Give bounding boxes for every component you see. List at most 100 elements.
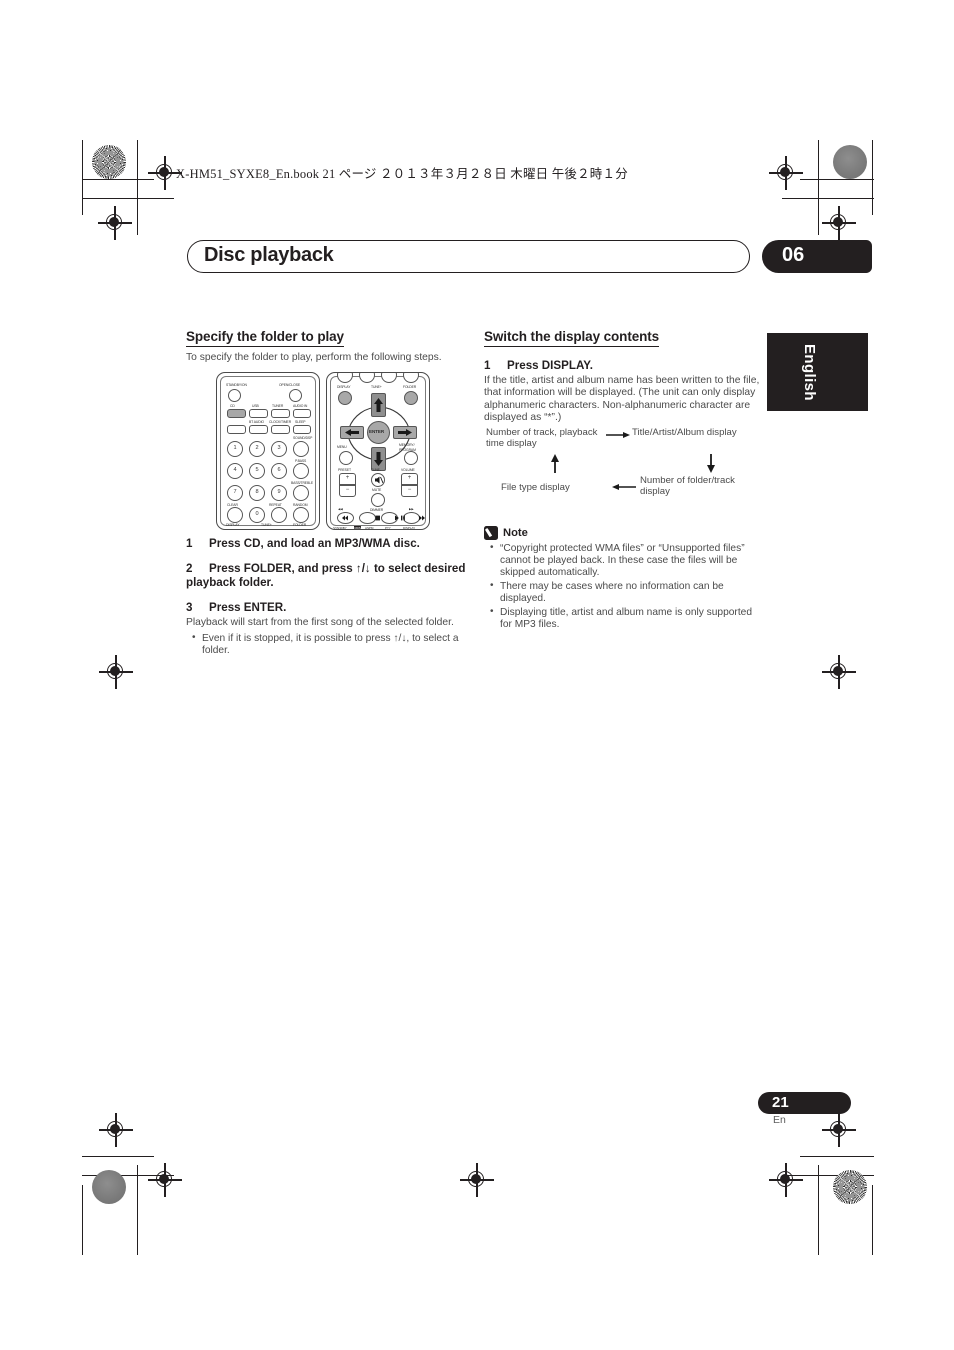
note-pencil-icon: [484, 525, 498, 540]
registration-mark: [99, 655, 133, 689]
menu-button[interactable]: [339, 451, 353, 465]
display-button[interactable]: [338, 391, 352, 405]
mute-icon: [375, 476, 384, 484]
registration-mark: [822, 206, 856, 240]
step-3-subtext: Playback will start from the first song …: [186, 617, 454, 629]
blank-button[interactable]: [249, 425, 268, 434]
remote-label-folder-b: FOLDER: [403, 385, 417, 389]
crop-line: [82, 1156, 154, 1158]
registration-mark: [460, 1163, 494, 1197]
note-item: Displaying title, artist and album name …: [490, 606, 764, 632]
halftone-target-solid: [833, 145, 867, 179]
remote-label-usb: USB: [252, 404, 259, 408]
arrow-left-icon: [345, 429, 359, 436]
crop-line: [872, 140, 874, 215]
step-3: 3 Press ENTER.: [186, 601, 466, 615]
remote-label-tune-minus: TUNE-: [371, 468, 381, 472]
usb-source-button[interactable]: [249, 409, 268, 418]
remote-label-folder-a: FOLDER: [293, 523, 307, 527]
registration-mark: [822, 655, 856, 689]
section-heading-specify-folder: Specify the folder to play: [186, 329, 344, 347]
crop-line: [800, 179, 874, 181]
enter-button-label: ENTER: [369, 429, 385, 434]
halftone-target: [833, 1170, 867, 1204]
remote-label-audio-in: AUDIO IN: [293, 404, 308, 408]
bullet-item: Even if it is stopped, it is possible to…: [192, 632, 466, 658]
step-2-text: Press FOLDER, and press ↑/↓ to select de…: [186, 562, 466, 590]
clock-timer-button[interactable]: [271, 425, 290, 434]
remote-label-rew: ◀◀: [338, 507, 343, 511]
crop-line: [137, 1165, 139, 1255]
audio-in-source-button[interactable]: [293, 409, 311, 418]
bass-treble-button[interactable]: [293, 485, 309, 501]
remote-label-bt-audio: BT AUDIO: [249, 420, 264, 424]
tuner-source-button[interactable]: [271, 409, 290, 418]
remote-label-rds: RDS: [354, 526, 362, 530]
halftone-target: [92, 145, 126, 179]
remote-label-open-close: OPEN/CLOSE: [279, 383, 301, 387]
remote-label-aspm: ASPM: [365, 526, 374, 530]
page-number: 21: [772, 1094, 789, 1111]
key-0-label: 0: [255, 511, 259, 517]
remote-label-tune-plus-a: TUNE+: [261, 523, 272, 527]
remote-label-sleep: SLEEP: [295, 420, 306, 424]
section-heading-switch-display: Switch the display contents: [484, 329, 659, 347]
print-file-header: X-HM51_SYXE8_En.book 21 ページ ２０１３年３月２８日 木…: [176, 167, 628, 181]
step-1-number: 1: [186, 537, 193, 551]
sleep-button[interactable]: [293, 425, 311, 434]
remote-label-sound: SOUND/DSP: [293, 436, 313, 440]
note-item: There may be cases where no information …: [490, 580, 764, 606]
memory-program-button[interactable]: [404, 451, 418, 465]
cycle-node-title-artist: Title/Artist/Album display: [632, 427, 737, 438]
crop-line: [818, 140, 820, 235]
remote-label-clock-timer: CLOCK/TIMER: [269, 420, 292, 424]
remote-label-tuner: TUNER: [272, 404, 284, 408]
halftone-target-solid: [92, 1170, 126, 1204]
random-button[interactable]: [293, 507, 309, 523]
crop-line: [137, 140, 139, 235]
repeat-button[interactable]: [271, 507, 287, 523]
remote-label-display-a: DISPLAY: [226, 523, 240, 527]
remote-label-mute: MUTE: [372, 488, 382, 492]
dimmer-button[interactable]: [371, 493, 385, 507]
note-item: “Copyright protected WMA files” or “Unsu…: [490, 542, 764, 580]
volume-plus-label: +: [407, 475, 412, 481]
note-header: Note: [484, 525, 764, 540]
clear-button[interactable]: [227, 507, 243, 523]
key-4-label: 4: [233, 467, 237, 473]
registration-mark: [99, 1113, 133, 1147]
cd-source-button[interactable]: [227, 409, 246, 418]
folder-button[interactable]: [404, 391, 418, 405]
open-close-button[interactable]: [289, 389, 302, 402]
step-1-text: Press CD, and load an MP3/WMA disc.: [209, 537, 420, 551]
pbass-button[interactable]: [293, 463, 309, 479]
step-3-text: Press ENTER.: [209, 601, 287, 615]
right-step-1: 1 Press DISPLAY.: [484, 359, 764, 373]
note-bullets: “Copyright protected WMA files” or “Unsu…: [484, 542, 764, 632]
crop-line: [872, 1185, 874, 1255]
remote-label-cd: CD: [230, 404, 235, 408]
remote-label-tune-plus-b: TUNE+: [371, 385, 382, 389]
step-1: 1 Press CD, and load an MP3/WMA disc.: [186, 537, 466, 551]
right-step-1-text: Press DISPLAY.: [507, 359, 593, 372]
sound-dsp-button[interactable]: [293, 441, 309, 457]
key-5-label: 5: [255, 467, 259, 473]
remote-label-volume: VOLUME: [401, 468, 415, 472]
remote-label-standby: STANDBY/ON: [226, 383, 247, 387]
chapter-number-badge: [762, 240, 872, 273]
crop-line: [82, 198, 174, 200]
bt-audio-button[interactable]: [227, 425, 246, 434]
preset-minus-label: −: [345, 487, 350, 493]
transport-icons: [342, 515, 425, 521]
registration-mark: [769, 1163, 803, 1197]
note-label: Note: [503, 526, 528, 539]
step-2: 2 Press FOLDER, and press ↑/↓ to select d…: [186, 562, 466, 590]
registration-mark: [148, 1163, 182, 1197]
right-step-1-subtext: If the title, artist and album name has …: [484, 375, 760, 424]
arrow-right-icon: [398, 429, 412, 436]
standby-button[interactable]: [228, 389, 241, 402]
key-8-label: 8: [255, 489, 259, 495]
step-3-number: 3: [186, 601, 193, 615]
crop-line: [82, 140, 84, 215]
display-cycle-diagram: Number of track, playback time display T…: [484, 427, 764, 507]
